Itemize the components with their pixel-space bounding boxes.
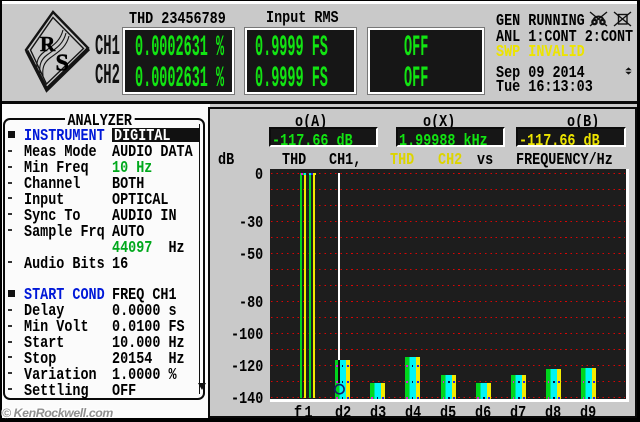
svg-text:S: S — [56, 51, 69, 77]
svg-text:R: R — [40, 32, 56, 56]
